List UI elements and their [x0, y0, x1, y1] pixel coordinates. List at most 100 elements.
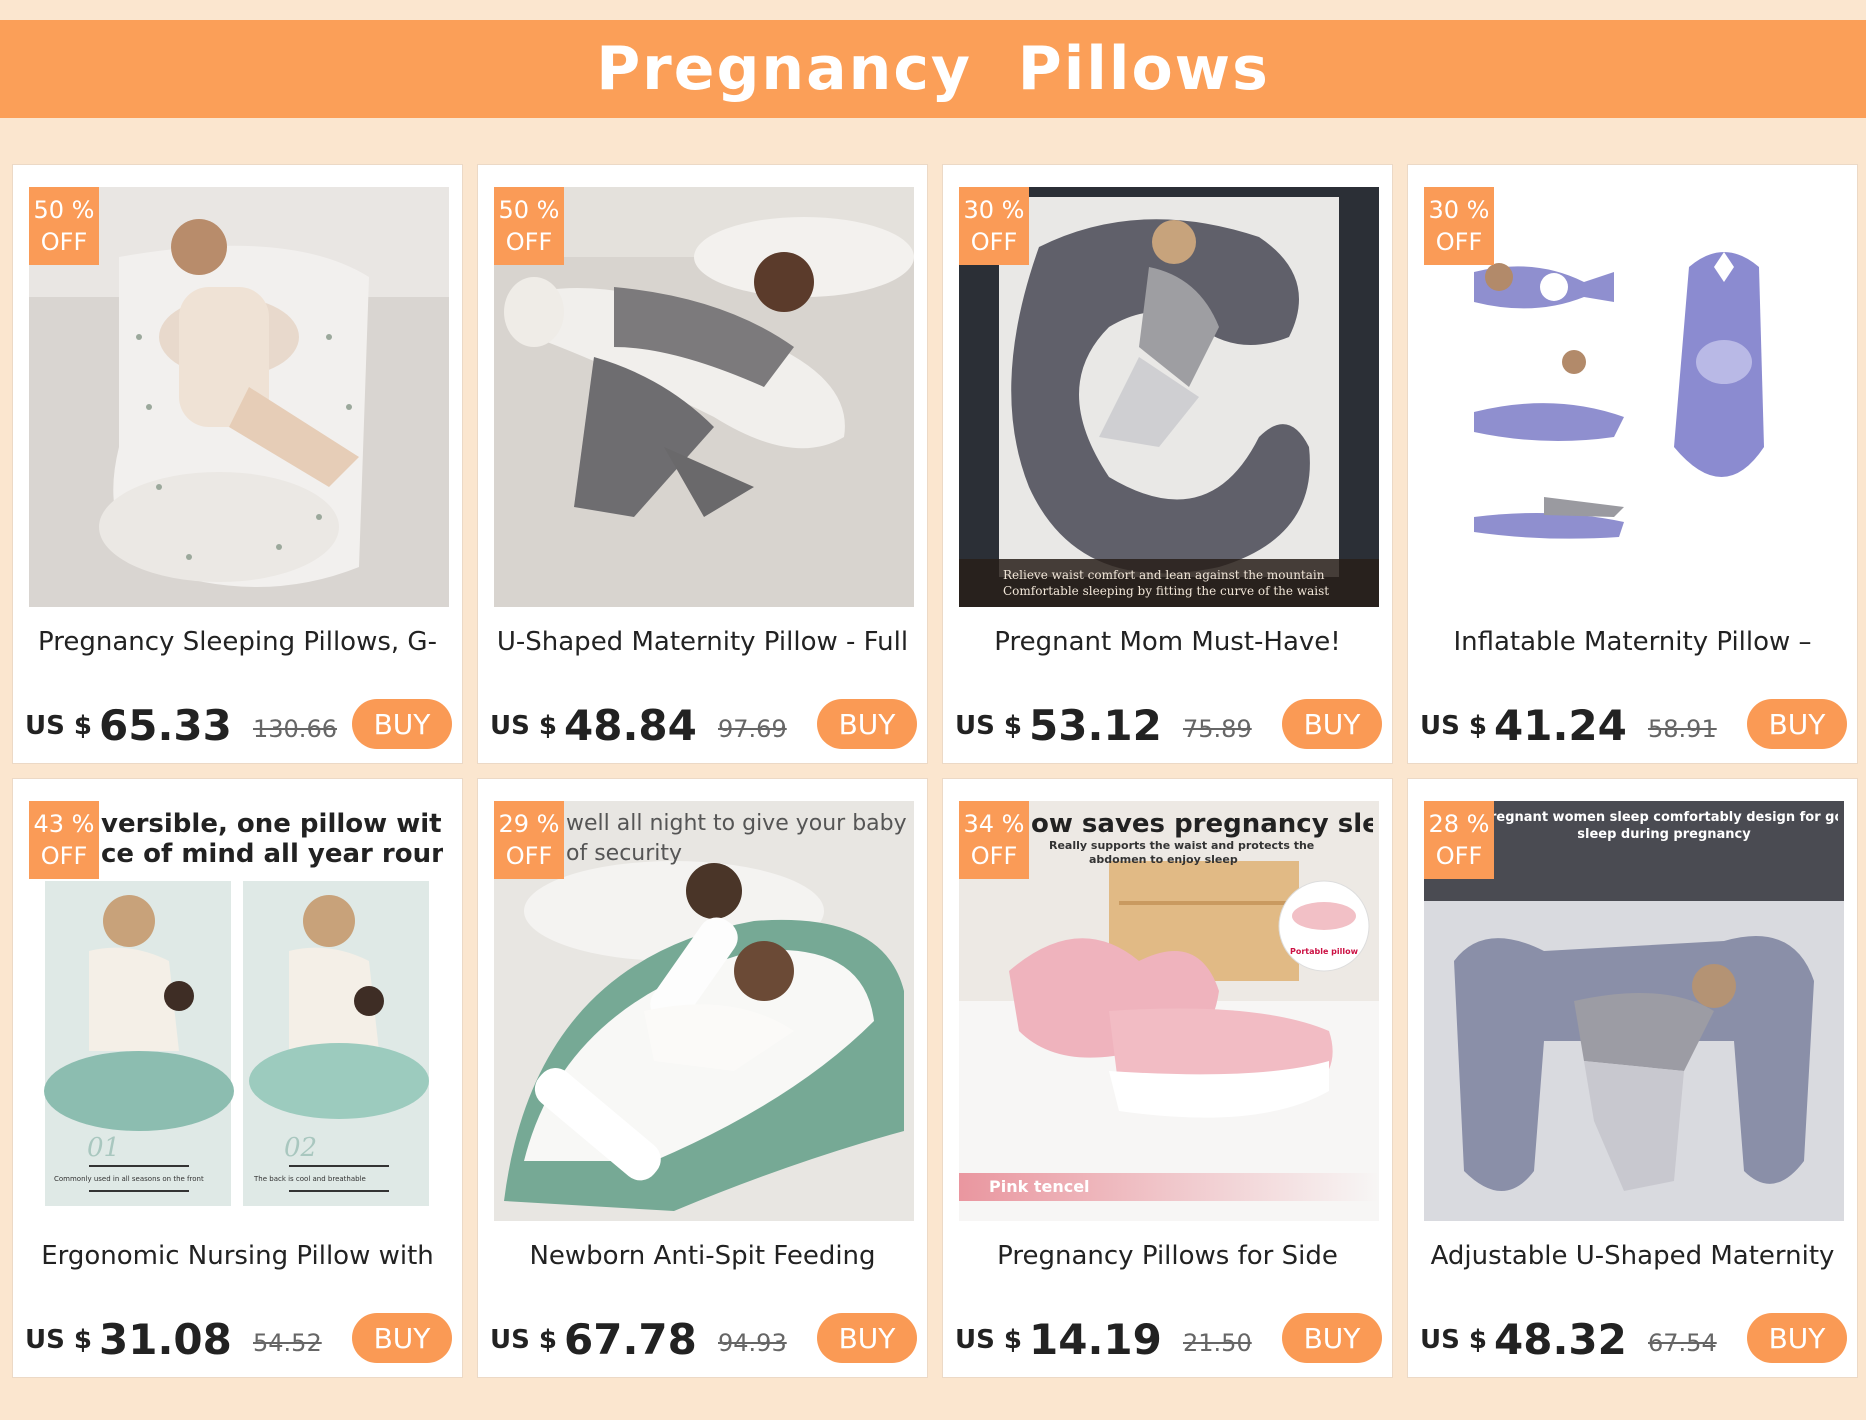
buy-button[interactable]: BUY [352, 699, 452, 749]
product-image[interactable]: Relieve waist comfort and lean against t… [959, 187, 1379, 607]
currency-label: US $ [25, 1325, 92, 1355]
buy-button[interactable]: BUY [817, 1313, 917, 1363]
currency-label: US $ [1420, 711, 1487, 741]
product-image[interactable]: 50 % OFF [494, 187, 914, 607]
image-headline: regnant women sleep comfortably design f… [1490, 809, 1838, 843]
image-headline: ow saves pregnancy sleep Really supports… [1031, 809, 1373, 867]
product-card[interactable]: 50 % OFF U-Shaped Maternity Pillow - Ful… [477, 164, 928, 764]
discount-off-label: OFF [970, 842, 1018, 870]
discount-percent: 34 % [963, 810, 1025, 838]
currency-label: US $ [25, 711, 92, 741]
product-title[interactable]: U-Shaped Maternity Pillow - Full [486, 627, 919, 657]
original-price: 75.89 [1183, 715, 1252, 743]
price-row: US $ 41.24 58.91 BUY [1420, 697, 1847, 753]
sale-price: 65.33 [99, 701, 232, 750]
product-card[interactable]: Portable pillow ow saves pregnancy sleep… [942, 778, 1393, 1378]
buy-button[interactable]: BUY [1747, 1313, 1847, 1363]
discount-percent: 50 % [33, 196, 95, 224]
discount-badge: 43 % OFF [29, 801, 99, 879]
discount-off-label: OFF [1435, 842, 1483, 870]
product-title[interactable]: Adjustable U-Shaped Maternity [1416, 1241, 1849, 1271]
currency-label: US $ [490, 1325, 557, 1355]
subtext-line: abdomen to enjoy sleep [1089, 853, 1238, 866]
discount-badge: 30 % OFF [959, 187, 1029, 265]
sale-price: 14.19 [1029, 1315, 1162, 1364]
price-row: US $ 14.19 21.50 BUY [955, 1311, 1382, 1367]
price-row: US $ 48.32 67.54 BUY [1420, 1311, 1847, 1367]
buy-button[interactable]: BUY [352, 1313, 452, 1363]
headline-line: ow saves pregnancy sleep [1031, 809, 1373, 839]
discount-badge: 50 % OFF [29, 187, 99, 265]
sale-price: 41.24 [1494, 701, 1627, 750]
discount-percent: 29 % [498, 810, 560, 838]
product-image[interactable]: Portable pillow ow saves pregnancy sleep… [959, 801, 1379, 1221]
price-row: US $ 53.12 75.89 BUY [955, 697, 1382, 753]
panel-label: 01 [87, 1133, 120, 1163]
currency-label: US $ [490, 711, 557, 741]
headline-line: versible, one pillow with [101, 809, 443, 839]
original-price: 21.50 [1183, 1329, 1252, 1357]
subtext-line: Really supports the waist and protects t… [1049, 839, 1315, 852]
product-image[interactable]: regnant women sleep comfortably design f… [1424, 801, 1844, 1221]
product-card[interactable]: 50 % OFF Pregnancy Sleeping Pillows, G- … [12, 164, 463, 764]
discount-percent: 30 % [1428, 196, 1490, 224]
sale-price: 53.12 [1029, 701, 1162, 750]
caption-line: Relieve waist comfort and lean against t… [1003, 568, 1325, 582]
discount-percent: 30 % [963, 196, 1025, 224]
sale-price: 48.84 [564, 701, 697, 750]
inset-label: Portable pillow [1290, 947, 1359, 956]
product-card[interactable]: regnant women sleep comfortably design f… [1407, 778, 1858, 1378]
page-banner: Pregnancy Pillows [0, 20, 1866, 118]
product-title[interactable]: Pregnancy Sleeping Pillows, G- [21, 627, 454, 657]
panel-caption: The back is cool and breathable [253, 1175, 366, 1183]
headline-line: well all night to give your baby a [566, 811, 908, 836]
product-title[interactable]: Pregnant Mom Must-Have! [951, 627, 1384, 657]
price-row: US $ 31.08 54.52 BUY [25, 1311, 452, 1367]
product-image[interactable]: 01 02 Commonly used in all seasons on th… [29, 801, 449, 1221]
discount-badge: 30 % OFF [1424, 187, 1494, 265]
headline-line: regnant women sleep comfortably design f… [1490, 810, 1838, 825]
original-price: 54.52 [253, 1329, 322, 1357]
discount-off-label: OFF [1435, 228, 1483, 256]
product-title[interactable]: Inflatable Maternity Pillow – [1416, 627, 1849, 657]
original-price: 97.69 [718, 715, 787, 743]
currency-label: US $ [1420, 1325, 1487, 1355]
buy-button[interactable]: BUY [1282, 1313, 1382, 1363]
product-card[interactable]: Relieve waist comfort and lean against t… [942, 164, 1393, 764]
discount-badge: 50 % OFF [494, 187, 564, 265]
price-row: US $ 48.84 97.69 BUY [490, 697, 917, 753]
product-title[interactable]: Newborn Anti-Spit Feeding [486, 1241, 919, 1271]
original-price: 67.54 [1648, 1329, 1717, 1357]
image-headline: well all night to give your baby a of se… [566, 809, 908, 869]
product-image[interactable]: well all night to give your baby a of se… [494, 801, 914, 1221]
buy-button[interactable]: BUY [817, 699, 917, 749]
product-image[interactable]: 50 % OFF [29, 187, 449, 607]
headline-line: of security [566, 841, 683, 866]
product-image[interactable]: 30 % OFF [1424, 187, 1844, 607]
product-card[interactable]: 30 % OFF Inflatable Maternity Pillow – U… [1407, 164, 1858, 764]
original-price: 94.93 [718, 1329, 787, 1357]
sale-price: 31.08 [99, 1315, 232, 1364]
discount-off-label: OFF [970, 228, 1018, 256]
caption-line: Comfortable sleeping by fitting the curv… [1003, 584, 1330, 598]
product-title[interactable]: Pregnancy Pillows for Side [951, 1241, 1384, 1271]
buy-button[interactable]: BUY [1282, 699, 1382, 749]
panel-caption: Commonly used in all seasons on the fron… [54, 1175, 204, 1183]
price-row: US $ 65.33 130.66 BUY [25, 697, 452, 753]
image-headline: versible, one pillow with ce of mind all… [101, 809, 443, 869]
headline-line: ce of mind all year round [101, 839, 443, 869]
discount-badge: 34 % OFF [959, 801, 1029, 879]
discount-off-label: OFF [40, 228, 88, 256]
currency-label: US $ [955, 711, 1022, 741]
discount-badge: 29 % OFF [494, 801, 564, 879]
discount-percent: 43 % [33, 810, 95, 838]
product-card[interactable]: well all night to give your baby a of se… [477, 778, 928, 1378]
product-title[interactable]: Ergonomic Nursing Pillow with [21, 1241, 454, 1271]
buy-button[interactable]: BUY [1747, 699, 1847, 749]
image-caption-strip: Relieve waist comfort and lean against t… [959, 559, 1379, 607]
panel-label: 02 [284, 1133, 317, 1163]
discount-badge: 28 % OFF [1424, 801, 1494, 879]
product-card[interactable]: 01 02 Commonly used in all seasons on th… [12, 778, 463, 1378]
original-price: 58.91 [1648, 715, 1717, 743]
sale-price: 48.32 [1494, 1315, 1627, 1364]
